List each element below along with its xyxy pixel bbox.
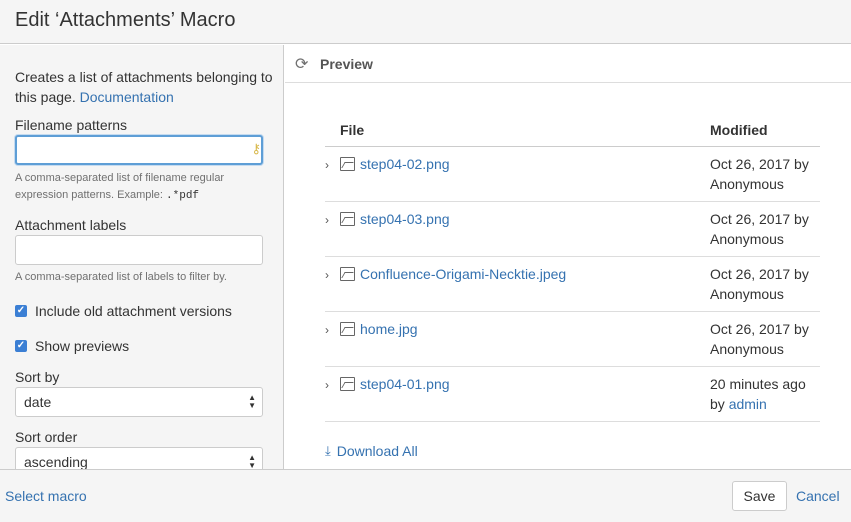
- attachments-table: File Modified › step04-02.png Oct 26, 20…: [325, 115, 820, 422]
- dialog-footer: Select macro Save Cancel: [0, 469, 851, 522]
- modified-by-line: by admin: [710, 394, 820, 414]
- modified-by: Anonymous: [710, 231, 784, 247]
- macro-description: Creates a list of attachments belonging …: [15, 67, 275, 107]
- modified-by: Anonymous: [710, 341, 784, 357]
- table-header-row: File Modified: [325, 115, 820, 147]
- image-file-icon: [340, 322, 355, 336]
- dialog-header: Edit ‘Attachments’ Macro: [0, 0, 851, 44]
- modified-date: Oct 26, 2017 by: [710, 156, 809, 172]
- modified-cell: 20 minutes ago by admin: [710, 366, 820, 422]
- include-old-versions-label: Include old attachment versions: [35, 303, 232, 319]
- modified-by-prefix: by: [710, 396, 725, 412]
- filename-field-wrap: ⚷: [0, 135, 283, 166]
- cancel-link[interactable]: Cancel: [796, 488, 840, 504]
- download-icon: ⤓: [325, 443, 331, 458]
- expand-chevron-icon[interactable]: ›: [325, 374, 339, 395]
- sort-order-value: ascending: [24, 454, 88, 469]
- table-row: › step04-02.png Oct 26, 2017 by Anonymou…: [325, 146, 820, 202]
- attachment-labels-label: Attachment labels: [15, 217, 127, 233]
- expand-chevron-icon[interactable]: ›: [325, 209, 339, 230]
- expand-chevron-icon[interactable]: ›: [325, 264, 339, 285]
- select-arrows-icon: ▲ ▼: [248, 393, 256, 410]
- preview-panel: ⟳ Preview File Modified › step04-02.png …: [285, 45, 851, 469]
- attachment-link[interactable]: step04-03.png: [360, 209, 450, 229]
- image-file-icon: [340, 212, 355, 226]
- modified-cell: Oct 26, 2017 by Anonymous: [710, 201, 820, 257]
- attachment-link[interactable]: home.jpg: [360, 319, 418, 339]
- filename-patterns-help: A comma-separated list of filename regul…: [15, 170, 265, 205]
- preview-header: ⟳ Preview: [285, 45, 851, 83]
- attachment-link[interactable]: step04-01.png: [360, 374, 450, 394]
- sort-order-label: Sort order: [15, 429, 78, 445]
- include-old-versions-checkbox[interactable]: ✓: [15, 305, 27, 317]
- modified-date: Oct 26, 2017 by: [710, 211, 809, 227]
- modified-cell: Oct 26, 2017 by Anonymous: [710, 311, 820, 367]
- documentation-link[interactable]: Documentation: [80, 89, 174, 105]
- include-old-versions-row[interactable]: ✓ Include old attachment versions: [15, 303, 232, 319]
- download-all-link[interactable]: ⤓ Download All: [325, 443, 418, 459]
- filename-example: .*pdf: [166, 190, 200, 202]
- modified-cell: Oct 26, 2017 by Anonymous: [710, 146, 820, 202]
- image-file-icon: [340, 267, 355, 281]
- preview-title: Preview: [320, 56, 373, 72]
- sort-by-label: Sort by: [15, 369, 60, 385]
- modified-cell: Oct 26, 2017 by Anonymous: [710, 256, 820, 312]
- attachment-link[interactable]: step04-02.png: [360, 154, 450, 174]
- save-button[interactable]: Save: [732, 481, 787, 511]
- modified-by: Anonymous: [710, 176, 784, 192]
- image-file-icon: [340, 157, 355, 171]
- show-previews-label: Show previews: [35, 338, 130, 354]
- sort-order-select[interactable]: ascending ▲ ▼: [15, 447, 263, 469]
- show-previews-row[interactable]: ✓ Show previews: [15, 338, 129, 354]
- table-row: › step04-01.png 20 minutes ago by admin: [325, 366, 820, 422]
- image-file-icon: [340, 377, 355, 391]
- expand-chevron-icon[interactable]: ›: [325, 154, 339, 175]
- show-previews-checkbox[interactable]: ✓: [15, 340, 27, 352]
- column-header-modified: Modified: [710, 115, 820, 147]
- filename-patterns-label: Filename patterns: [15, 117, 128, 133]
- table-row: › step04-03.png Oct 26, 2017 by Anonymou…: [325, 201, 820, 257]
- sort-by-value: date: [24, 394, 52, 410]
- table-row: › Confluence-Origami-Necktie.jpeg Oct 26…: [325, 256, 820, 312]
- column-header-file: File: [325, 115, 710, 147]
- refresh-icon[interactable]: ⟳: [295, 54, 308, 74]
- attachment-labels-help: A comma-separated list of labels to filt…: [15, 271, 227, 283]
- modified-date: Oct 26, 2017 by: [710, 266, 809, 282]
- attachment-link[interactable]: Confluence-Origami-Necktie.jpeg: [360, 264, 566, 284]
- modified-date: 20 minutes ago: [710, 376, 806, 392]
- download-all-label: Download All: [336, 443, 418, 459]
- attachment-labels-input[interactable]: [15, 235, 263, 265]
- modified-by: Anonymous: [710, 286, 784, 302]
- table-row: › home.jpg Oct 26, 2017 by Anonymous: [325, 311, 820, 367]
- user-link[interactable]: admin: [729, 396, 767, 412]
- modified-date: Oct 26, 2017 by: [710, 321, 809, 337]
- sort-by-select[interactable]: date ▲ ▼: [15, 387, 263, 417]
- select-arrows-icon: ▲ ▼: [248, 453, 256, 470]
- filename-patterns-input[interactable]: [15, 135, 263, 165]
- select-macro-link[interactable]: Select macro: [5, 488, 87, 504]
- macro-options-panel: Creates a list of attachments belonging …: [0, 45, 284, 469]
- expand-chevron-icon[interactable]: ›: [325, 319, 339, 340]
- dialog-title: Edit ‘Attachments’ Macro: [15, 9, 236, 31]
- password-manager-icon[interactable]: ⚷: [251, 141, 261, 157]
